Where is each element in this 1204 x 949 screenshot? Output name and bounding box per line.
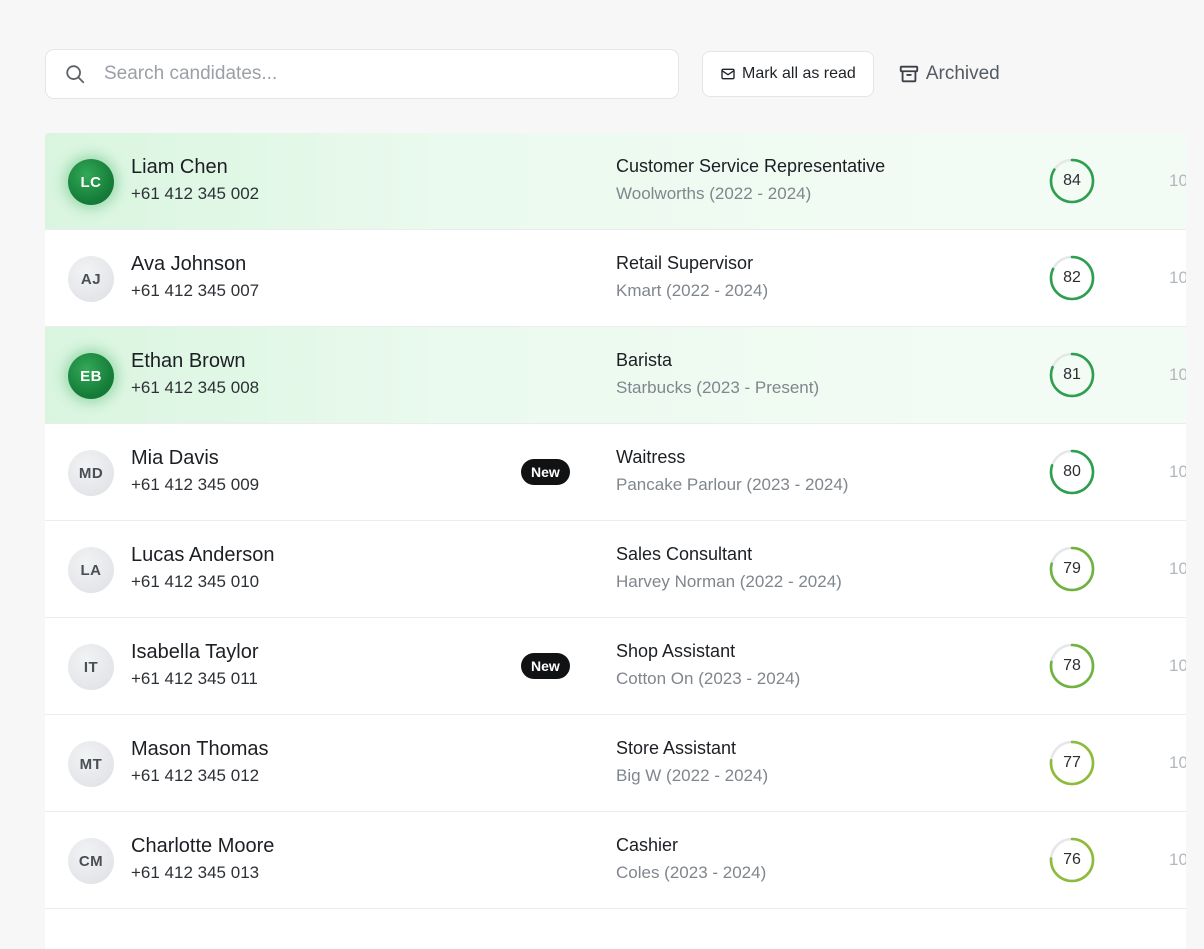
candidate-name[interactable]: Isabella Taylor <box>131 641 258 664</box>
candidate-row[interactable]: IT Isabella Taylor +61 412 345 011 New Shop … <box>45 618 1186 715</box>
candidate-name[interactable]: Ethan Brown <box>131 350 246 373</box>
new-badge: New <box>521 459 570 485</box>
score-ring: 77 <box>1048 739 1096 787</box>
candidate-row[interactable]: AJ Ava Johnson +61 412 345 007 Retail Super… <box>45 230 1186 327</box>
candidate-row[interactable]: LA Lucas Anderson +61 412 345 010 Sales Con… <box>45 521 1186 618</box>
search-box[interactable] <box>45 49 679 99</box>
job-title: Shop Assistant <box>616 641 736 661</box>
job-title: Retail Supervisor <box>616 253 754 273</box>
archive-box-icon <box>899 65 918 83</box>
job-title: Cashier <box>616 835 679 855</box>
candidate-phone: +61 412 345 009 <box>131 475 260 494</box>
avatar: MD <box>68 450 114 496</box>
job-company: Pancake Parlour (2023 - 2024) <box>616 475 849 494</box>
toolbar: Mark all as read Archived <box>45 49 1000 99</box>
score-ring: 82 <box>1048 254 1096 302</box>
candidate-row[interactable]: MD Mia Davis +61 412 345 009 New Waitress Pan… <box>45 424 1186 521</box>
score-value: 82 <box>1063 269 1081 286</box>
mark-all-read-button[interactable]: Mark all as read <box>702 51 874 97</box>
job-title: Barista <box>616 350 673 370</box>
job-company: Coles (2023 - 2024) <box>616 863 767 882</box>
new-badge: New <box>521 653 570 679</box>
candidate-phone: +61 412 345 013 <box>131 863 260 882</box>
job-title: Store Assistant <box>616 738 737 758</box>
avatar: LC <box>68 159 114 205</box>
avatar: AJ <box>68 256 114 302</box>
job-title: Customer Service Representative <box>616 156 886 176</box>
job-title: Waitress <box>616 447 686 467</box>
job-company: Kmart (2022 - 2024) <box>616 281 769 300</box>
score-value: 81 <box>1063 366 1081 383</box>
candidate-name[interactable]: Mason Thomas <box>131 738 268 761</box>
trailing-column-value: 10 <box>1169 753 1186 772</box>
avatar: CM <box>68 838 114 884</box>
score-value: 80 <box>1063 463 1081 480</box>
trailing-column-value: 10 <box>1169 365 1186 384</box>
candidate-name[interactable]: Ava Johnson <box>131 253 246 276</box>
archived-label: Archived <box>925 63 1000 84</box>
trailing-column-value: 10 <box>1169 268 1186 287</box>
avatar: IT <box>68 644 114 690</box>
job-company: Woolworths (2022 - 2024) <box>616 184 812 203</box>
search-input[interactable] <box>102 62 642 86</box>
archived-button[interactable]: Archived <box>898 63 1000 85</box>
job-title: Sales Consultant <box>616 544 753 564</box>
job-company: Cotton On (2023 - 2024) <box>616 669 801 688</box>
score-value: 77 <box>1063 754 1081 771</box>
candidate-phone: +61 412 345 007 <box>131 281 260 300</box>
job-company: Starbucks (2023 - Present) <box>616 378 820 397</box>
trailing-column-value: 10 <box>1169 171 1186 190</box>
trailing-column-value: 10 <box>1169 462 1186 481</box>
trailing-column-value: 10 <box>1169 850 1186 869</box>
score-ring: 78 <box>1048 642 1096 690</box>
score-value: 79 <box>1063 560 1081 577</box>
score-ring: 81 <box>1048 351 1096 399</box>
score-ring: 79 <box>1048 545 1096 593</box>
score-value: 84 <box>1063 172 1081 189</box>
avatar: MT <box>68 741 114 787</box>
job-company: Harvey Norman (2022 - 2024) <box>616 572 842 591</box>
candidate-phone: +61 412 345 011 <box>131 669 258 688</box>
candidate-row[interactable]: EB Ethan Brown +61 412 345 008 Barista Starb… <box>45 327 1186 424</box>
trailing-column-value: 10 <box>1169 656 1186 675</box>
candidate-name[interactable]: Liam Chen <box>131 156 228 179</box>
candidate-row[interactable]: MT Mason Thomas +61 412 345 012 Store Assis… <box>45 715 1186 812</box>
score-ring: 84 <box>1048 157 1096 205</box>
score-ring: 76 <box>1048 836 1096 884</box>
candidate-name[interactable]: Mia Davis <box>131 447 219 470</box>
score-value: 76 <box>1063 851 1081 868</box>
candidate-phone: +61 412 345 012 <box>131 766 260 785</box>
mark-all-read-label: Mark all as read <box>742 65 856 82</box>
avatar: LA <box>68 547 114 593</box>
trailing-column-value: 10 <box>1169 559 1186 578</box>
avatar: EB <box>68 353 114 399</box>
score-ring: 80 <box>1048 448 1096 496</box>
candidate-phone: +61 412 345 008 <box>131 378 260 397</box>
candidate-row[interactable]: LC Liam Chen +61 412 345 002 Customer Servi… <box>45 133 1186 230</box>
candidate-phone: +61 412 345 010 <box>131 572 260 591</box>
search-icon <box>66 65 85 84</box>
candidate-row[interactable]: CM Charlotte Moore +61 412 345 013 Cashier C… <box>45 812 1186 909</box>
job-company: Big W (2022 - 2024) <box>616 766 769 785</box>
candidate-phone: +61 412 345 002 <box>131 184 260 203</box>
candidate-name[interactable]: Lucas Anderson <box>131 544 274 567</box>
candidate-name[interactable]: Charlotte Moore <box>131 835 274 858</box>
score-value: 78 <box>1063 657 1081 674</box>
candidate-list: LC Liam Chen +61 412 345 002 Customer Servi… <box>45 133 1186 949</box>
envelope-icon <box>721 68 735 80</box>
